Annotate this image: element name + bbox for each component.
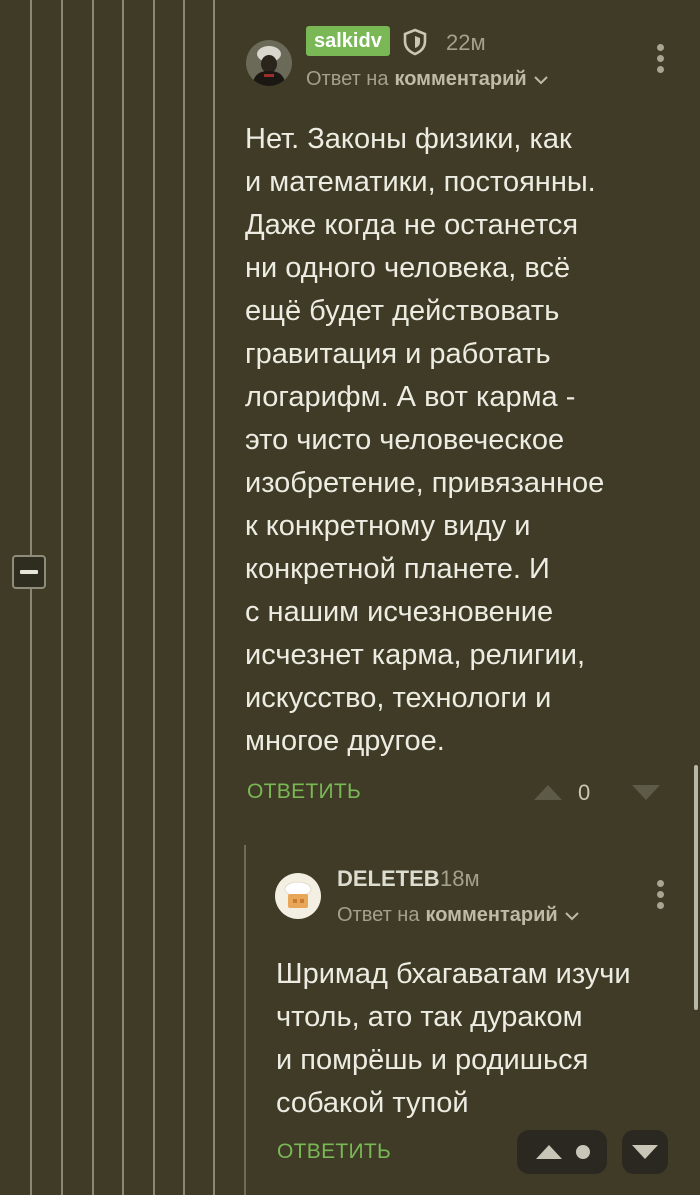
vote-controls bbox=[517, 1130, 607, 1174]
chevron-down-icon bbox=[564, 911, 579, 920]
kebab-menu-icon[interactable] bbox=[656, 44, 664, 73]
avatar[interactable] bbox=[275, 873, 321, 919]
minus-icon bbox=[20, 570, 38, 574]
thread-line bbox=[213, 0, 215, 1195]
thread-line bbox=[122, 0, 124, 1195]
reply-prefix: Ответ на bbox=[306, 68, 389, 90]
triangle-down-icon bbox=[630, 1143, 660, 1161]
reply-to-link[interactable]: Ответ на комментарий bbox=[337, 904, 580, 927]
reply-button[interactable]: ОТВЕТИТЬ bbox=[247, 780, 361, 804]
comment-body: Шримад бхагаватам изучи чтоль, ато так д… bbox=[276, 958, 631, 1119]
reply-thread-line bbox=[244, 845, 246, 1195]
triangle-up-icon[interactable] bbox=[532, 783, 564, 801]
reply-prefix: Ответ на bbox=[337, 904, 420, 926]
author-name[interactable]: DELETEB bbox=[337, 866, 440, 892]
comment-body: Нет. Законы физики, как и математики, по… bbox=[245, 123, 605, 757]
reply-target: комментарий bbox=[394, 68, 527, 90]
chevron-down-icon bbox=[533, 75, 548, 84]
shield-icon bbox=[402, 28, 428, 56]
triangle-up-icon[interactable] bbox=[534, 1143, 564, 1161]
author-name-badge[interactable]: salkidv bbox=[306, 26, 390, 56]
thread-line bbox=[61, 0, 63, 1195]
triangle-down-icon[interactable] bbox=[630, 784, 662, 802]
thread-line bbox=[30, 0, 32, 1195]
thread-line bbox=[153, 0, 155, 1195]
thread-line bbox=[183, 0, 185, 1195]
kebab-menu-icon[interactable] bbox=[656, 880, 664, 909]
comment-time: 22м bbox=[446, 30, 486, 55]
dot-icon bbox=[576, 1145, 590, 1159]
scrollbar[interactable] bbox=[694, 765, 698, 1010]
collapse-thread-button[interactable] bbox=[12, 555, 46, 589]
reply-target: комментарий bbox=[425, 904, 558, 926]
thread-line bbox=[92, 0, 94, 1195]
reply-button[interactable]: ОТВЕТИТЬ bbox=[277, 1140, 391, 1164]
reply-to-link[interactable]: Ответ на комментарий bbox=[306, 68, 549, 91]
rating-count: 0 bbox=[578, 780, 591, 805]
avatar[interactable] bbox=[246, 40, 292, 86]
downvote-button[interactable] bbox=[622, 1130, 668, 1174]
comment-time: 18м bbox=[440, 866, 480, 891]
